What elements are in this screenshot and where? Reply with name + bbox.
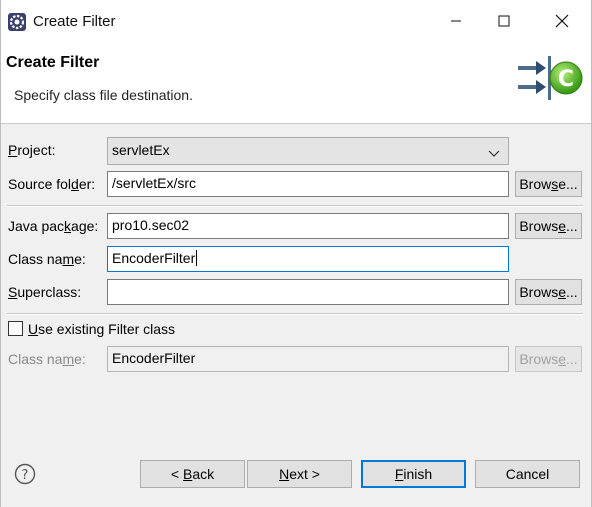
svg-text:?: ?: [22, 468, 29, 483]
use-existing-filter-checkbox[interactable]: [8, 321, 23, 336]
java-package-browse-button[interactable]: Browse...: [515, 213, 582, 239]
help-question-icon[interactable]: ?: [14, 463, 36, 485]
minimize-button[interactable]: [433, 6, 479, 38]
chevron-down-icon: [488, 146, 500, 162]
wizard-banner: Create Filter Specify class file destina…: [1, 44, 591, 124]
minimize-icon: [450, 14, 462, 30]
filter-form: Project: servletEx Source folder: /servl…: [1, 125, 591, 437]
superclass-field[interactable]: [107, 279, 509, 305]
new-class-wizard-icon: C: [516, 52, 586, 112]
existing-class-browse-button: Browse...: [515, 346, 582, 372]
button-bar: ? < Back Next > Finish Cancel: [1, 437, 591, 507]
java-package-value: pro10.sec02: [112, 217, 190, 233]
separator: [7, 205, 583, 207]
close-button[interactable]: [539, 6, 585, 38]
maximize-button[interactable]: [481, 6, 527, 38]
maximize-icon: [498, 14, 510, 30]
source-folder-value: /servletEx/src: [112, 175, 197, 191]
existing-class-name-field: EncoderFilter: [107, 346, 509, 372]
project-value: servletEx: [112, 142, 170, 158]
next-button[interactable]: Next >: [247, 460, 352, 488]
use-existing-filter-label[interactable]: Use existing Filter class: [28, 321, 175, 337]
existing-class-name-value: EncoderFilter: [112, 350, 196, 366]
existing-class-name-label: Class name:: [8, 351, 86, 367]
class-name-field[interactable]: EncoderFilter: [107, 246, 509, 272]
source-folder-browse-button[interactable]: Browse...: [515, 171, 582, 197]
cancel-button[interactable]: Cancel: [475, 460, 580, 488]
finish-button[interactable]: Finish: [361, 460, 466, 488]
class-name-label: Class name:: [8, 251, 86, 267]
superclass-label: Superclass:: [8, 284, 82, 300]
window-title: Create Filter: [33, 13, 116, 30]
superclass-browse-button[interactable]: Browse...: [515, 279, 582, 305]
banner-description: Specify class file destination.: [14, 87, 193, 103]
banner-title: Create Filter: [6, 54, 100, 71]
title-bar: Create Filter: [1, 0, 591, 44]
java-package-label: Java package:: [8, 218, 99, 234]
separator: [7, 313, 583, 315]
project-label: Project:: [8, 142, 56, 158]
create-filter-dialog: Create Filter Create Filter Specify clas…: [0, 0, 592, 507]
class-name-value: EncoderFilter: [112, 250, 196, 266]
source-folder-label: Source folder:: [8, 176, 96, 192]
close-icon: [555, 14, 569, 31]
project-select[interactable]: servletEx: [107, 137, 509, 165]
source-folder-field[interactable]: /servletEx/src: [107, 171, 509, 197]
java-package-field[interactable]: pro10.sec02: [107, 213, 509, 239]
svg-text:C: C: [558, 67, 574, 92]
eclipse-gear-icon: [7, 12, 27, 32]
text-caret: [196, 250, 198, 266]
back-button[interactable]: < Back: [140, 460, 245, 488]
